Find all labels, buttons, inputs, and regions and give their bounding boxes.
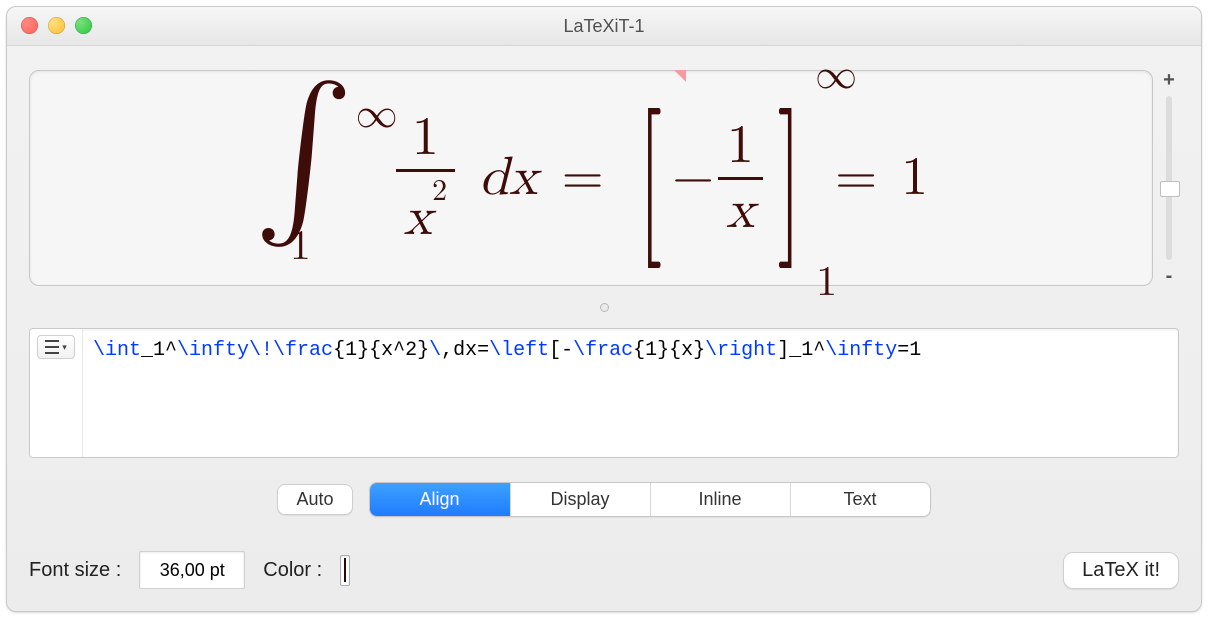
minimize-icon[interactable]: [48, 17, 65, 34]
fraction-denominator: x: [718, 180, 763, 238]
mode-inline-button[interactable]: Inline: [650, 483, 790, 516]
rendered-formula: ∫ ∞ 1 1 x2 dx = [ −: [70, 71, 1112, 285]
color-swatch: [344, 558, 346, 582]
equals-2: =: [835, 151, 877, 205]
mode-segmented-control[interactable]: AlignDisplayInlineText: [369, 482, 931, 517]
latex-command: \frac: [573, 339, 633, 362]
fraction-numerator: 1: [404, 111, 447, 169]
mode-row: Auto AlignDisplayInlineText: [29, 482, 1179, 517]
result-value: 1: [901, 151, 928, 205]
zoom-icon[interactable]: [75, 17, 92, 34]
latex-source-editor[interactable]: ▾ \int_1^\infty\!\frac{1}{x^2}\,dx=\left…: [29, 328, 1179, 458]
zoom-in-icon[interactable]: +: [1163, 70, 1175, 90]
latex-text: ]_1^: [777, 339, 825, 362]
integral-lower: 1: [290, 226, 311, 268]
mode-text-button[interactable]: Text: [790, 483, 930, 516]
font-size-label: Font size :: [29, 559, 121, 582]
titlebar[interactable]: LaTeXiT-1: [7, 7, 1201, 46]
mode-align-button[interactable]: Align: [370, 483, 510, 516]
latex-command: \left: [489, 339, 549, 362]
equation-preview[interactable]: ∫ ∞ 1 1 x2 dx = [ −: [29, 70, 1153, 286]
footer: Font size : Color : LaTeX it!: [29, 551, 1179, 589]
zoom-track[interactable]: [1166, 96, 1172, 260]
latex-text: _1^: [141, 339, 177, 362]
chevron-down-icon: ▾: [62, 342, 67, 353]
integral-upper: ∞: [356, 94, 398, 136]
latex-command: \infty: [825, 339, 897, 362]
font-size-input[interactable]: [139, 551, 245, 589]
auto-mode-button[interactable]: Auto: [277, 484, 352, 515]
latex-text: ,dx=: [441, 339, 489, 362]
insertion-caret-icon: [674, 70, 686, 82]
latex-command: \infty\!\frac: [177, 339, 333, 362]
integral-symbol: ∫ ∞ 1: [254, 150, 354, 206]
latex-command: \: [429, 339, 441, 362]
source-textarea[interactable]: \int_1^\infty\!\frac{1}{x^2}\,dx=\left[-…: [83, 329, 1178, 457]
fraction-denominator: x2: [396, 172, 456, 245]
mode-display-button[interactable]: Display: [510, 483, 650, 516]
bracket-lower: 1: [816, 262, 837, 304]
bracket-upper: ∞: [815, 55, 857, 97]
latex-command: \int: [93, 339, 141, 362]
latex-command: \right: [705, 339, 777, 362]
latex-text: {1}{x^2}: [333, 339, 429, 362]
editor-gutter: ▾: [30, 329, 83, 457]
latex-text: {1}{x}: [633, 339, 705, 362]
latex-text: [-: [549, 339, 573, 362]
equals-1: =: [562, 151, 604, 205]
fraction-1-over-x: 1 x: [718, 119, 763, 238]
pane-splitter[interactable]: [29, 300, 1179, 314]
zoom-thumb[interactable]: [1160, 181, 1180, 197]
list-icon: [45, 340, 59, 354]
evaluated-bracket: [ − 1 x ] ∞ 1: [628, 119, 812, 238]
snippets-menu-button[interactable]: ▾: [37, 335, 75, 359]
window-title: LaTeXiT-1: [7, 16, 1201, 37]
color-label: Color :: [263, 559, 322, 582]
fraction-numerator: 1: [719, 119, 762, 177]
dx: dx: [479, 151, 538, 205]
window-controls: [21, 17, 92, 34]
zoom-slider[interactable]: + -: [1159, 70, 1179, 286]
color-well[interactable]: [340, 555, 350, 586]
close-icon[interactable]: [21, 17, 38, 34]
minus-sign: −: [672, 151, 714, 205]
content-area: ∫ ∞ 1 1 x2 dx = [ −: [7, 46, 1201, 611]
fraction-1-over-x2: 1 x2: [396, 111, 456, 245]
zoom-out-icon[interactable]: -: [1166, 266, 1173, 286]
preview-row: ∫ ∞ 1 1 x2 dx = [ −: [29, 70, 1179, 286]
latex-text: =1: [897, 339, 921, 362]
latex-it-button[interactable]: LaTeX it!: [1063, 552, 1179, 589]
app-window: LaTeXiT-1 ∫ ∞ 1 1 x2: [6, 6, 1202, 612]
